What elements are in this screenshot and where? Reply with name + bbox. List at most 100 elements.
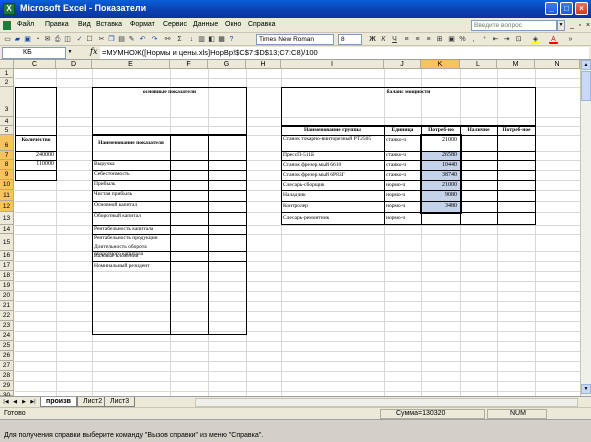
- italic-button[interactable]: К: [379, 35, 388, 44]
- menu-edit[interactable]: Правка: [45, 21, 69, 28]
- row-header-1[interactable]: 1: [0, 69, 14, 78]
- research-icon[interactable]: ☐: [85, 35, 94, 44]
- capacity-row-unit[interactable]: станко-ч: [386, 162, 420, 170]
- help-icon[interactable]: ?: [227, 35, 236, 44]
- menu-view[interactable]: Вид: [78, 21, 91, 28]
- tab-proizv[interactable]: произв: [40, 397, 77, 407]
- first-sheet-icon[interactable]: |◀: [2, 398, 10, 407]
- row-header-22[interactable]: 22: [0, 311, 14, 321]
- row-header-23[interactable]: 23: [0, 321, 14, 331]
- hyperlink-icon[interactable]: ⚯: [163, 35, 172, 44]
- column-header-m[interactable]: M: [497, 60, 535, 69]
- column-header-e[interactable]: E: [92, 60, 170, 69]
- row-header-21[interactable]: 21: [0, 301, 14, 311]
- row-header-14[interactable]: 14: [0, 225, 14, 234]
- row-header-27[interactable]: 27: [0, 361, 14, 371]
- email-icon[interactable]: ✉: [43, 35, 52, 44]
- print-preview-icon[interactable]: ◫: [63, 35, 72, 44]
- row-header-8[interactable]: 8: [0, 160, 14, 170]
- scroll-thumb[interactable]: [581, 71, 591, 101]
- capacity-row-need[interactable]: 9080: [422, 192, 459, 200]
- row-header-7[interactable]: 7: [0, 151, 14, 160]
- capacity-row-name[interactable]: Слесарь-ремонтник: [283, 215, 383, 223]
- column-header-c[interactable]: C: [14, 60, 56, 69]
- spelling-icon[interactable]: ✓: [75, 35, 84, 44]
- row-header-2[interactable]: 2: [0, 78, 14, 87]
- align-right-icon[interactable]: ≡: [424, 35, 433, 44]
- row-header-11[interactable]: 11: [0, 190, 14, 201]
- worksheet-grid[interactable]: C D E F G H I J K L M N 1 2 3 4 5 6 7 8 …: [0, 60, 591, 396]
- currency-icon[interactable]: ▣: [447, 35, 456, 44]
- capacity-title[interactable]: баланс мощности: [282, 89, 535, 99]
- indicator-name-header[interactable]: Наименование показателя: [94, 140, 168, 154]
- capacity-header-group[interactable]: Наименование группы: [282, 127, 383, 135]
- main-indicators-title[interactable]: основные показатели: [93, 89, 246, 99]
- menu-window[interactable]: Окно: [225, 21, 241, 28]
- capacity-row-unit[interactable]: нормо-ч: [386, 192, 420, 200]
- row-header-25[interactable]: 25: [0, 341, 14, 351]
- indicator-item[interactable]: Рентабельность продукции: [94, 235, 169, 243]
- fill-color-icon[interactable]: ◈: [531, 35, 540, 44]
- drawing-icon[interactable]: ◧: [207, 35, 216, 44]
- undo-icon[interactable]: ↶: [138, 35, 147, 44]
- menu-insert[interactable]: Вставка: [96, 21, 122, 28]
- autosum-icon[interactable]: Σ: [175, 35, 184, 44]
- row-header-28[interactable]: 28: [0, 371, 14, 381]
- row-header-5[interactable]: 5: [0, 126, 14, 135]
- capacity-row-name[interactable]: Станок фрезер.мый 6610: [283, 162, 383, 170]
- quantity-value[interactable]: 240000: [16, 152, 56, 160]
- underline-button[interactable]: Ч: [390, 35, 399, 44]
- row-header-24[interactable]: 24: [0, 331, 14, 341]
- decrease-indent-icon[interactable]: ⇤: [491, 35, 500, 44]
- indicator-item[interactable]: Валовые вложения: [94, 253, 169, 261]
- column-header-k[interactable]: K: [421, 60, 460, 69]
- open-icon[interactable]: ▰: [13, 35, 22, 44]
- quantity-header[interactable]: Количество: [16, 137, 56, 151]
- row-header-10[interactable]: 10: [0, 180, 14, 190]
- doc-minimize-icon[interactable]: _: [568, 21, 576, 30]
- scroll-down-icon[interactable]: ▼: [581, 384, 591, 394]
- increase-decimal-icon[interactable]: ⁺: [480, 35, 489, 44]
- capacity-row-need[interactable]: 10440: [422, 162, 459, 170]
- increase-indent-icon[interactable]: ⇥: [502, 35, 511, 44]
- indicator-item[interactable]: Себестоимость: [94, 171, 169, 179]
- menu-file[interactable]: Файл: [17, 21, 34, 28]
- row-header-29[interactable]: 29: [0, 381, 14, 391]
- menu-help[interactable]: Справка: [248, 21, 275, 28]
- column-header-d[interactable]: D: [56, 60, 92, 69]
- indicator-item[interactable]: Чистая прибыль: [94, 191, 169, 200]
- align-center-icon[interactable]: ≡: [413, 35, 422, 44]
- help-question-input[interactable]: Введите вопрос: [471, 20, 557, 31]
- capacity-row-name[interactable]: ПрессП-511Б: [283, 152, 383, 160]
- row-header-20[interactable]: 20: [0, 291, 14, 301]
- capacity-row-name[interactable]: Контролер: [283, 203, 383, 211]
- align-left-icon[interactable]: ≡: [402, 35, 411, 44]
- row-header-18[interactable]: 18: [0, 271, 14, 281]
- column-header-f[interactable]: F: [170, 60, 208, 69]
- select-all-corner[interactable]: [0, 60, 14, 69]
- quantity-value[interactable]: 110000: [16, 161, 56, 169]
- bold-button[interactable]: Ж: [368, 35, 377, 44]
- name-box[interactable]: КБ: [2, 47, 66, 59]
- row-header-16[interactable]: 16: [0, 251, 14, 261]
- name-box-dropdown-icon[interactable]: ▼: [66, 47, 74, 59]
- save-icon[interactable]: ▣: [23, 35, 32, 44]
- row-header-13[interactable]: 13: [0, 212, 14, 225]
- row-header-15[interactable]: 15: [0, 234, 14, 251]
- capacity-row-name[interactable]: Наладчик: [283, 192, 383, 200]
- indicator-item[interactable]: Оборотный капитал: [94, 213, 169, 223]
- insert-function-icon[interactable]: fx: [90, 47, 97, 56]
- column-header-i[interactable]: I: [281, 60, 384, 69]
- capacity-row-unit[interactable]: нормо-ч: [386, 182, 420, 190]
- paste-icon[interactable]: ▤: [117, 35, 126, 44]
- menu-data[interactable]: Данные: [193, 21, 218, 28]
- tab-list3[interactable]: Лист3: [104, 397, 136, 407]
- capacity-header-unit[interactable]: Единица: [385, 127, 420, 135]
- borders-icon[interactable]: ⊡: [514, 35, 523, 44]
- capacity-row-need[interactable]: 26580: [422, 152, 459, 160]
- column-header-l[interactable]: L: [460, 60, 497, 69]
- formula-input[interactable]: =МУМНОЖ([Нормы и цены.xls]НорВр!$C$7:$D$…: [100, 47, 589, 59]
- capacity-row-name[interactable]: Станок фрезер.мый 6Р83Г: [283, 172, 383, 180]
- capacity-header-available[interactable]: Наличие: [461, 127, 496, 135]
- percent-button[interactable]: %: [458, 35, 467, 44]
